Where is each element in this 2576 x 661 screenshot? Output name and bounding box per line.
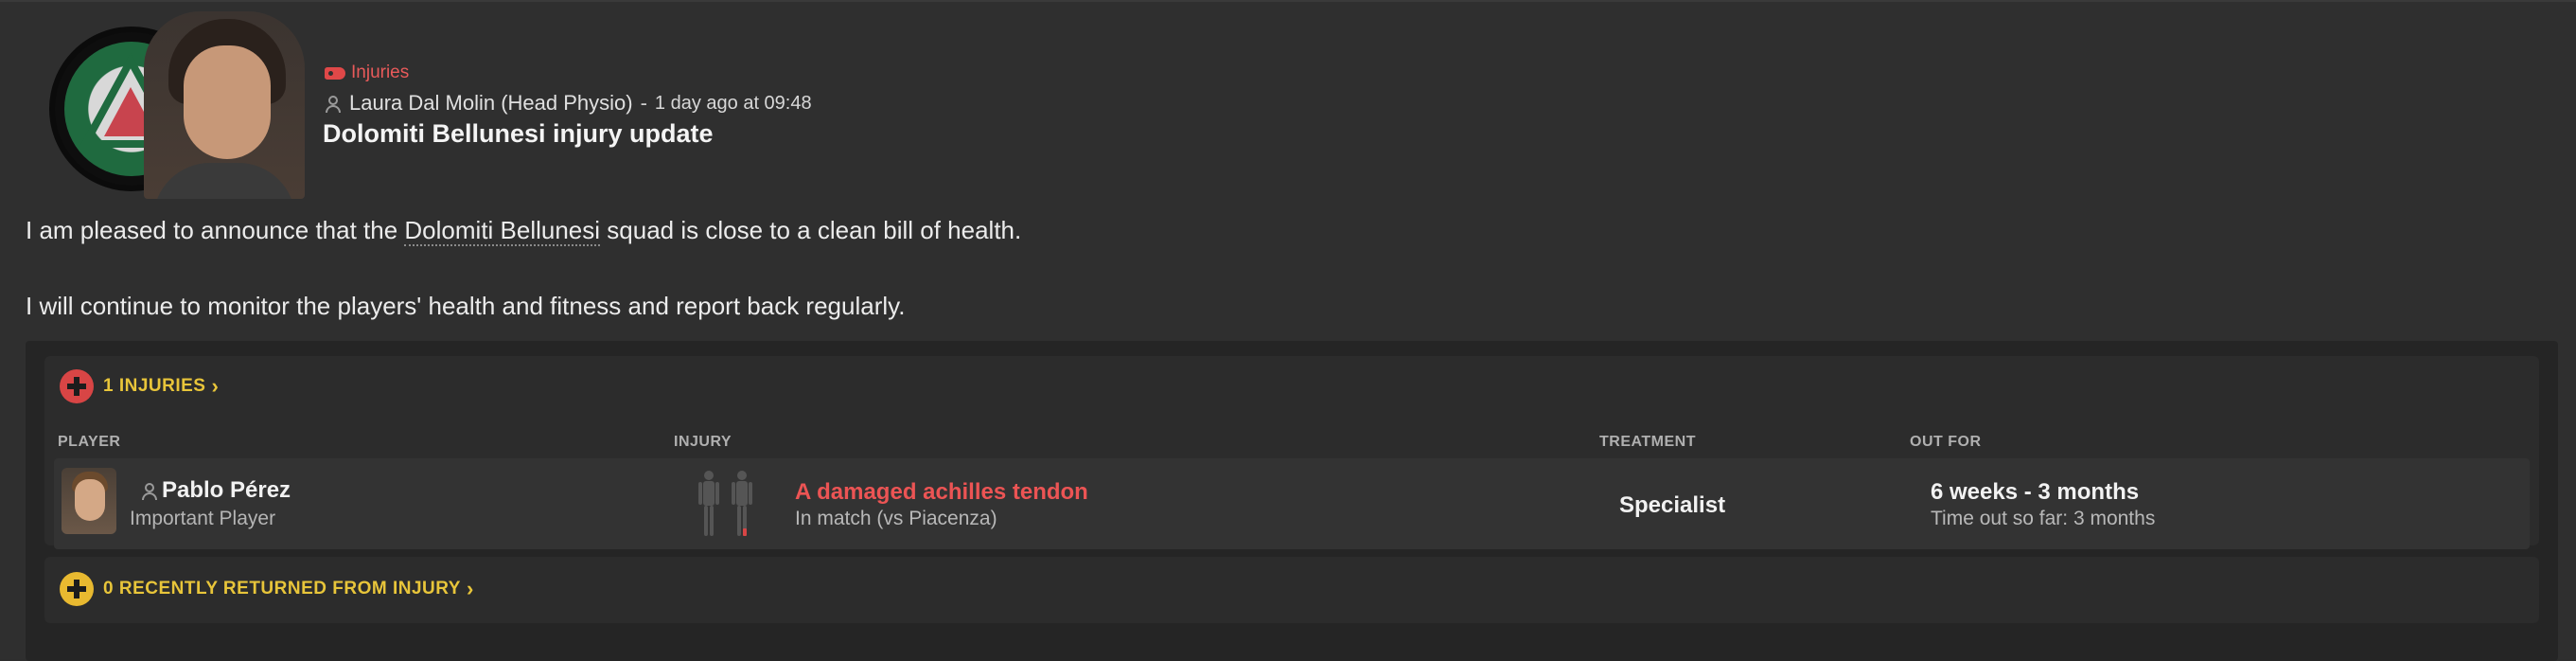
table-row[interactable]: Pablo Pérez Important Player A damaged a…: [54, 458, 2530, 549]
player-name-label: Pablo Pérez: [162, 477, 291, 503]
injuries-header[interactable]: 1 INJURIES ›: [60, 369, 219, 403]
injuries-section: 1 INJURIES › PLAYER INJURY TREATMENT OUT…: [44, 356, 2539, 549]
physio-portrait: [144, 11, 305, 199]
player-role: Important Player: [130, 508, 276, 529]
column-player[interactable]: PLAYER: [58, 434, 120, 451]
tag-icon: [325, 66, 345, 80]
injury-panel: 1 INJURIES › PLAYER INJURY TREATMENT OUT…: [26, 341, 2558, 661]
sender-avatar: [49, 11, 305, 201]
person-icon: [325, 95, 342, 113]
message-view: Injuries Laura Dal Molin (Head Physio) -…: [0, 0, 2576, 661]
column-out-for[interactable]: OUT FOR: [1910, 434, 1982, 451]
message-category[interactable]: Injuries: [325, 63, 409, 83]
paragraph-1-end: squad is close to a clean bill of health…: [600, 216, 1022, 244]
column-treatment[interactable]: TREATMENT: [1599, 434, 1696, 451]
person-icon: [141, 482, 158, 500]
category-label: Injuries: [351, 63, 410, 82]
injury-context: In match (vs Piacenza): [795, 508, 997, 529]
chevron-right-icon: ›: [211, 374, 220, 398]
returned-title: 0 RECENTLY RETURNED FROM INJURY: [103, 579, 461, 598]
message-sender-line: Laura Dal Molin (Head Physio) - 1 day ag…: [325, 91, 812, 116]
injury-cross-icon: [60, 369, 94, 403]
returned-cross-icon: [60, 572, 94, 606]
returned-section: 0 RECENTLY RETURNED FROM INJURY ›: [44, 557, 2539, 623]
injuries-title: 1 INJURIES: [103, 376, 206, 396]
body-figure-front-icon: [698, 471, 719, 536]
message-paragraph-1: I am pleased to announce that the Dolomi…: [26, 216, 1022, 246]
separator: -: [640, 91, 647, 115]
sender-name[interactable]: Laura Dal Molin (Head Physio): [349, 91, 633, 116]
body-figure-back-icon: [732, 471, 752, 536]
message-paragraph-2: I will continue to monitor the players' …: [26, 292, 906, 320]
treatment-value: Specialist: [1619, 492, 1726, 518]
returned-header[interactable]: 0 RECENTLY RETURNED FROM INJURY ›: [60, 572, 474, 606]
player-photo: [62, 468, 116, 534]
club-link[interactable]: Dolomiti Bellunesi: [404, 216, 601, 246]
message-time: 1 day ago at 09:48: [654, 92, 812, 114]
player-name[interactable]: Pablo Pérez: [141, 477, 291, 504]
time-out-so-far: Time out so far: 3 months: [1931, 508, 2156, 529]
injury-name[interactable]: A damaged achilles tendon: [795, 479, 1088, 506]
chevron-right-icon: ›: [466, 577, 474, 600]
paragraph-1-start: I am pleased to announce that the: [26, 216, 405, 244]
out-for-value: 6 weeks - 3 months: [1931, 479, 2140, 505]
message-subject: Dolomiti Bellunesi injury update: [323, 119, 714, 148]
column-injury[interactable]: INJURY: [674, 434, 732, 451]
